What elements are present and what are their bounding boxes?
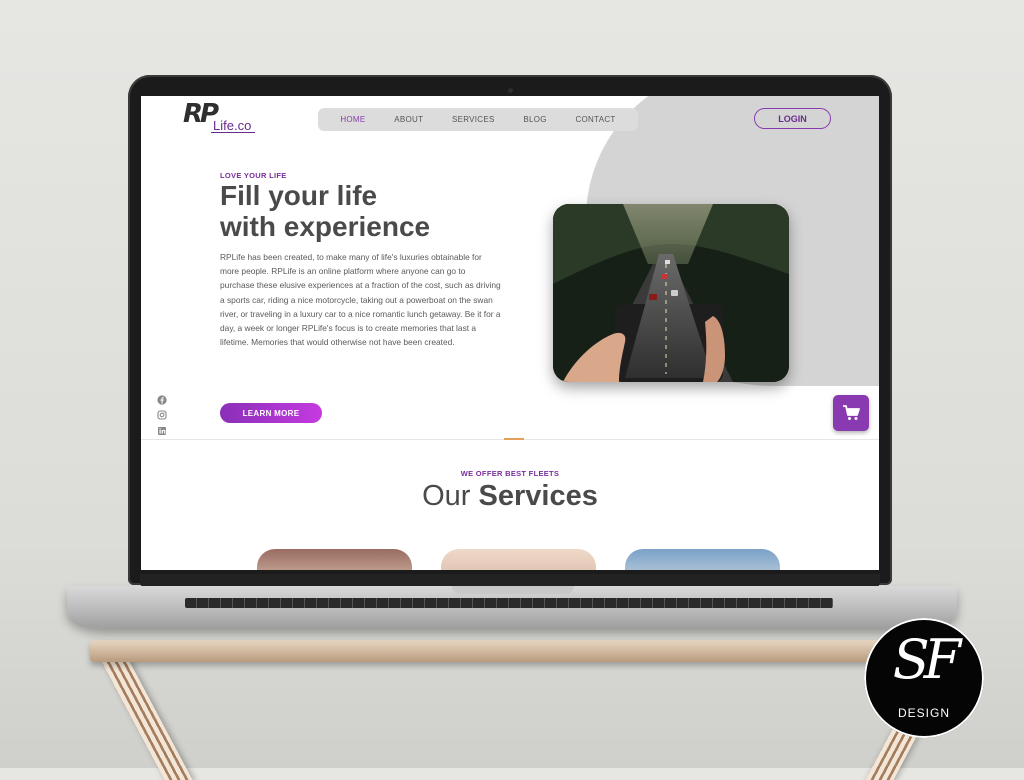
- nav-contact[interactable]: CONTACT: [575, 115, 615, 124]
- logo-underline: [211, 132, 255, 133]
- stand-leg-left: [95, 650, 193, 780]
- logo-rp: RP: [183, 99, 219, 129]
- hero-eyebrow: LOVE YOUR LIFE: [220, 171, 287, 180]
- hero-description: RPLife has been created, to make many of…: [220, 252, 501, 348]
- lid-notch: [452, 586, 574, 594]
- nav-blog[interactable]: BLOG: [523, 115, 546, 124]
- stand-shelf: [90, 640, 940, 662]
- section-divider-accent: [504, 438, 524, 440]
- learn-more-button[interactable]: LEARN MORE: [220, 403, 322, 423]
- hero-image-illustration: [553, 204, 789, 382]
- hero-title-line1: Fill your life: [220, 180, 378, 211]
- brand-logo[interactable]: RP Life.co: [183, 99, 263, 133]
- hero-title: Fill your life with experience: [220, 180, 500, 242]
- login-button[interactable]: LOGIN: [754, 108, 831, 129]
- hero-image: [553, 204, 789, 382]
- website-screen: RP Life.co HOME ABOUT SERVICES BLOG CONT…: [141, 96, 879, 570]
- services-title-light: Our: [422, 480, 479, 512]
- cart-button[interactable]: [833, 395, 869, 431]
- service-card-1[interactable]: [257, 549, 412, 570]
- badge-label: DESIGN: [897, 706, 950, 720]
- webcam: [508, 88, 513, 93]
- logo-life: Life.co: [213, 118, 252, 133]
- services-title: Our Services: [141, 480, 879, 513]
- sf-design-badge: SF DESIGN: [864, 618, 984, 738]
- services-title-bold: Services: [478, 480, 598, 512]
- nav-about[interactable]: ABOUT: [394, 115, 423, 124]
- keyboard: [185, 598, 833, 608]
- instagram-icon[interactable]: [157, 410, 167, 420]
- service-card-2[interactable]: [441, 549, 596, 570]
- hero-title-line2: with experience: [220, 211, 431, 242]
- badge-monogram: SF: [892, 628, 961, 691]
- facebook-icon[interactable]: [157, 395, 167, 405]
- service-card-3[interactable]: [625, 549, 780, 570]
- nav-home[interactable]: HOME: [340, 115, 365, 124]
- main-nav: HOME ABOUT SERVICES BLOG CONTACT: [318, 108, 638, 131]
- linkedin-icon[interactable]: [157, 426, 167, 436]
- nav-services[interactable]: SERVICES: [452, 115, 495, 124]
- shopping-cart-icon: [843, 405, 860, 420]
- services-eyebrow: WE OFFER BEST FLEETS: [460, 469, 560, 478]
